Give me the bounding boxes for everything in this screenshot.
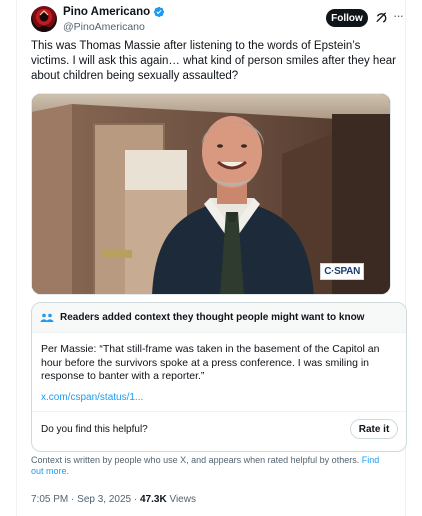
community-note-body: Per Massie: “That still-frame was taken … — [41, 343, 380, 382]
meta-separator: · — [133, 494, 138, 505]
author-avatar[interactable] — [31, 6, 57, 32]
tweet-text: This was Thomas Massie after listening t… — [31, 40, 396, 82]
tweet-media-image[interactable]: C·SPAN — [31, 93, 391, 295]
meta-separator: · — [71, 494, 75, 505]
community-note-footer-text: Context is written by people who use X, … — [31, 455, 360, 465]
community-note-divider — [32, 411, 406, 412]
rate-it-button[interactable]: Rate it — [350, 419, 398, 439]
tweet-meta: 7:05 PM · Sep 3, 2025 · 47.3K Views — [31, 494, 196, 505]
community-note-title: Readers added context they thought peopl… — [60, 312, 365, 323]
community-note-footer: Context is written by people who use X, … — [31, 455, 393, 477]
community-note: Readers added context they thought peopl… — [31, 302, 407, 452]
views-label: Views — [169, 494, 196, 505]
tweet-header: Pino Americano @PinoAmericano Follow ··· — [31, 6, 404, 36]
grok-icon[interactable] — [375, 11, 388, 24]
community-note-source-link[interactable]: x.com/cspan/status/1... — [41, 392, 143, 403]
follow-button[interactable]: Follow — [326, 9, 368, 27]
community-notes-icon — [40, 313, 54, 322]
views-count: 47.3K — [140, 494, 167, 505]
tweet-card: Pino Americano @PinoAmericano Follow ···… — [16, 0, 407, 516]
tweet-date[interactable]: Sep 3, 2025 — [77, 494, 131, 505]
tweet-time[interactable]: 7:05 PM — [31, 494, 68, 505]
verified-badge-icon — [154, 6, 165, 18]
cspan-watermark: C·SPAN — [320, 263, 364, 280]
helpful-question: Do you find this helpful? — [41, 424, 148, 435]
author-name-row: Pino Americano — [63, 6, 165, 18]
more-options-icon[interactable]: ··· — [393, 9, 407, 25]
author-name[interactable]: Pino Americano — [63, 6, 150, 18]
avatar-image — [36, 10, 52, 32]
community-note-header: Readers added context they thought peopl… — [32, 303, 406, 333]
author-handle[interactable]: @PinoAmericano — [63, 21, 145, 33]
